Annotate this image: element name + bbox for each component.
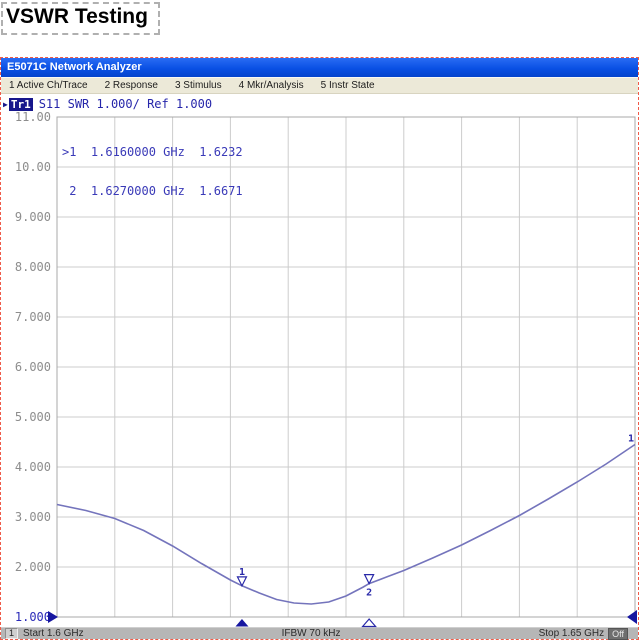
y-tick-label: 3.000 <box>15 510 51 524</box>
heading-textbox[interactable]: VSWR Testing <box>1 2 160 35</box>
ifbw-label: IFBW 70 kHz <box>84 628 539 639</box>
page: VSWR Testing E5071C Network Analyzer 1 A… <box>0 0 640 640</box>
channel-number-box: 1 <box>5 628 18 639</box>
y-tick-label: 10.00 <box>15 160 51 174</box>
off-status-badge: Off <box>608 628 628 640</box>
active-trace-arrow-icon: ▶ <box>3 100 8 109</box>
y-tick-label: 8.000 <box>15 260 51 274</box>
y-tick-label: 5.000 <box>15 410 51 424</box>
marker-readout: >1 1.6160000 GHz 1.6232 2 1.6270000 GHz … <box>62 120 243 224</box>
marker-1[interactable]: 1 <box>237 567 246 586</box>
status-bar: 1 Start 1.6 GHz IFBW 70 kHz Stop 1.65 GH… <box>1 627 638 639</box>
marker-readout-row-1: >1 1.6160000 GHz 1.6232 <box>62 146 243 159</box>
trace-status-bar[interactable]: ▶ Tr1 S11 SWR 1.000/ Ref 1.000 <box>3 97 212 111</box>
y-tick-label: 7.000 <box>15 310 51 324</box>
menu-item-mkr-analysis[interactable]: 4 Mkr/Analysis <box>239 80 304 91</box>
y-tick-label: 11.00 <box>15 112 51 124</box>
window-title: E5071C Network Analyzer <box>7 61 142 73</box>
ref-level-indicator-right <box>627 610 637 624</box>
page-title: VSWR Testing <box>6 5 148 29</box>
marker-readout-row-2: 2 1.6270000 GHz 1.6671 <box>62 185 243 198</box>
menu-item-response[interactable]: 2 Response <box>105 80 158 91</box>
marker-1-stimulus-indicator[interactable] <box>235 619 248 627</box>
network-analyzer-screenshot: E5071C Network Analyzer 1 Active Ch/Trac… <box>0 57 639 640</box>
marker-1-label: 1 <box>239 567 245 578</box>
trace-end-label: 1 <box>628 434 634 445</box>
y-tick-label: 6.000 <box>15 360 51 374</box>
trace-format-label: S11 SWR 1.000/ Ref 1.000 <box>39 97 212 111</box>
menu-item-active-ch-trace[interactable]: 1 Active Ch/Trace <box>9 80 88 91</box>
y-tick-label: 4.000 <box>15 460 51 474</box>
trace-id-badge: Tr1 <box>9 98 33 111</box>
menu-item-instr-state[interactable]: 5 Instr State <box>321 80 375 91</box>
menu-item-stimulus[interactable]: 3 Stimulus <box>175 80 222 91</box>
menu-bar: 1 Active Ch/Trace 2 Response 3 Stimulus … <box>1 77 638 94</box>
marker-2[interactable]: 2 <box>365 575 374 599</box>
window-titlebar: E5071C Network Analyzer <box>1 58 638 77</box>
y-axis-ticks: 11.00 10.00 9.000 8.000 7.000 6.000 5.000 4.000… <box>15 112 51 624</box>
y-tick-label: 9.000 <box>15 210 51 224</box>
marker-2-stimulus-indicator[interactable] <box>363 619 376 627</box>
y-tick-label: 1.000 <box>15 610 51 624</box>
marker-2-label: 2 <box>366 588 372 599</box>
start-frequency-label: Start 1.6 GHz <box>23 628 84 639</box>
y-tick-label: 2.000 <box>15 560 51 574</box>
stop-frequency-label: Stop 1.65 GHz <box>539 628 605 639</box>
